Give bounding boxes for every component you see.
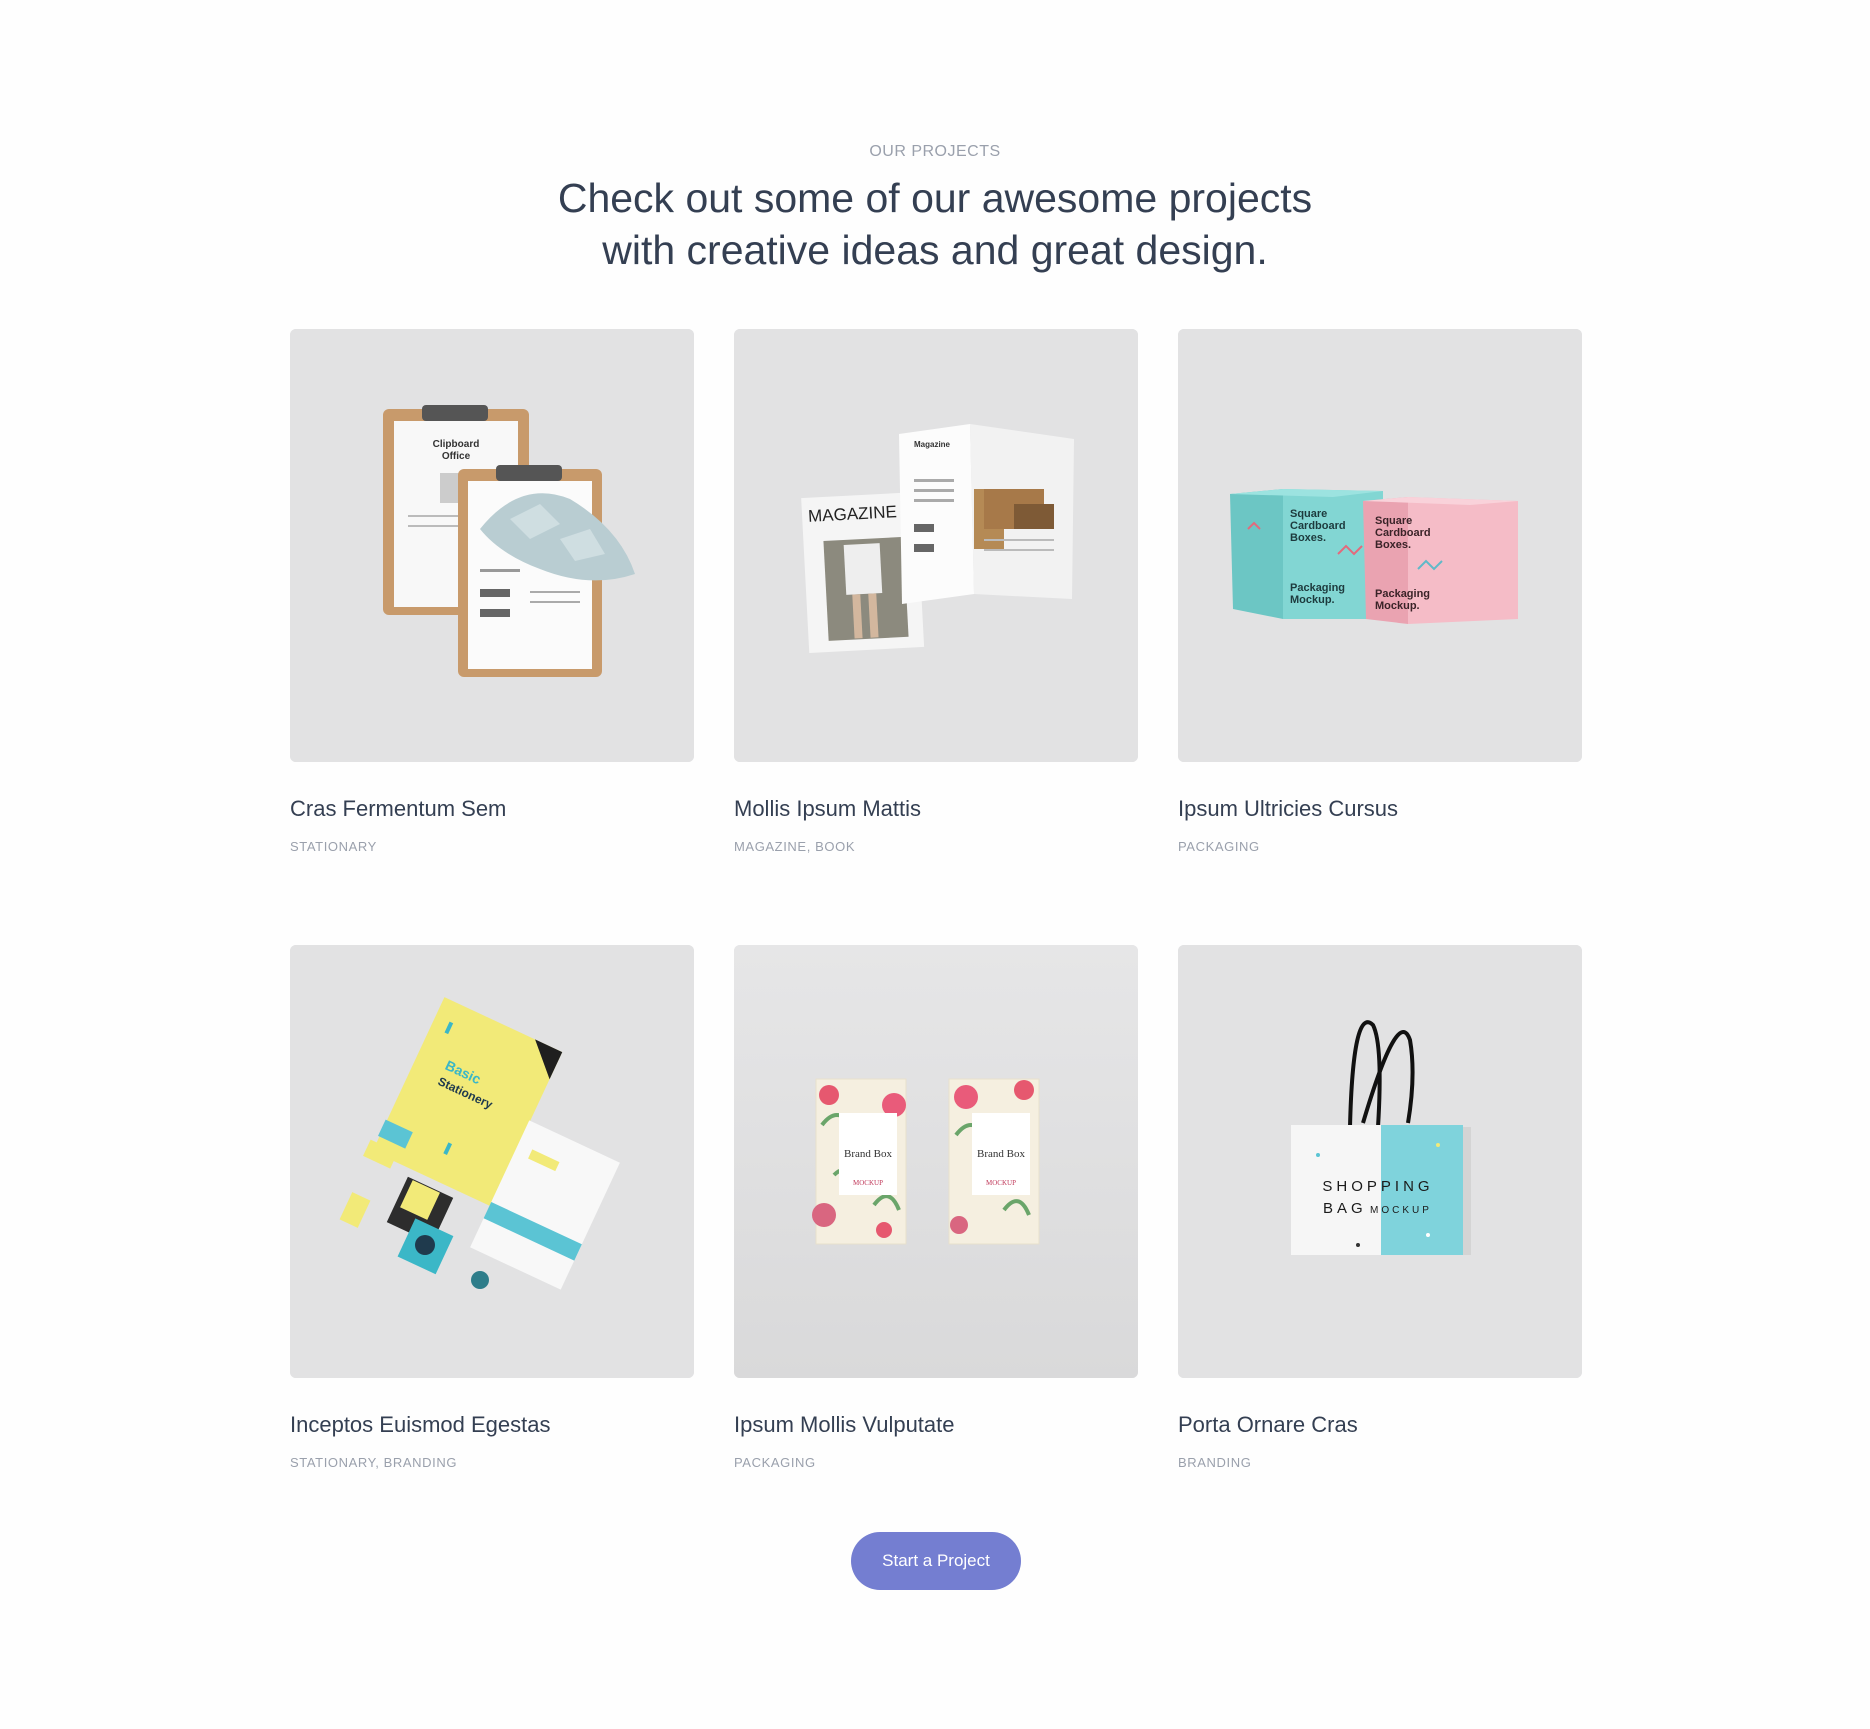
brand-box-mockup-image[interactable]: Brand Box MOCKUP Brand Box MOCKUP [734, 945, 1138, 1378]
box-pink-text-1: Square [1375, 515, 1412, 527]
stationery-mockup-illustration: Basic Stationery [290, 945, 694, 1378]
clipboard-text-1: Clipboard [433, 439, 480, 450]
magazine-mockup-image[interactable]: MAGAZINE Magazine [734, 329, 1138, 762]
heading-line-1: Check out some of our awesome projects [557, 175, 1313, 221]
project-title[interactable]: Porta Ornare Cras [1178, 1412, 1582, 1438]
brand-box-sub-1: MOCKUP [853, 1179, 883, 1187]
project-card[interactable]: SHOPPING BAG MOCKUP Porta Ornare Cras BR… [1178, 945, 1582, 1470]
project-card[interactable]: Brand Box MOCKUP Brand Box MOCKUP Ipsum … [734, 945, 1138, 1470]
project-title[interactable]: Inceptos Euismod Egestas [290, 1412, 694, 1438]
magazine-inner-text: Magazine [914, 440, 951, 449]
clipboard-mockup-illustration: Clipboard Office [290, 329, 694, 762]
bag-text-1: SHOPPING [1322, 1178, 1433, 1195]
project-card[interactable]: MAGAZINE Magazine Mollis Ipsum Mattis MA… [734, 329, 1138, 854]
box-text-3: Boxes. [1290, 532, 1326, 544]
box-mockup-illustration: Square Cardboard Boxes. Packaging Mockup… [1178, 329, 1582, 762]
box-text-2: Cardboard [1290, 520, 1346, 532]
brand-box-title-2: Brand Box [977, 1148, 1025, 1160]
project-categories[interactable]: STATIONARY, BRANDING [290, 1455, 694, 1470]
start-project-button[interactable]: Start a Project [851, 1532, 1021, 1590]
project-title[interactable]: Ipsum Mollis Vulputate [734, 1412, 1138, 1438]
box-text-4: Packaging [1290, 582, 1345, 594]
project-categories[interactable]: STATIONARY [290, 839, 694, 854]
heading-line-2: with creative ideas and great design. [602, 227, 1268, 273]
section-heading: Check out some of our awesome projects w… [435, 172, 1435, 276]
project-categories[interactable]: MAGAZINE, BOOK [734, 839, 1138, 854]
box-text-5: Mockup. [1290, 594, 1335, 606]
project-card[interactable]: Basic Stationery Inceptos Euismod Egesta… [290, 945, 694, 1470]
box-pink-text-5: Mockup. [1375, 600, 1420, 612]
box-text-1: Square [1290, 508, 1327, 520]
project-categories[interactable]: BRANDING [1178, 1455, 1582, 1470]
box-mockup-image[interactable]: Square Cardboard Boxes. Packaging Mockup… [1178, 329, 1582, 762]
shopping-bag-mockup-illustration: SHOPPING BAG MOCKUP [1178, 945, 1582, 1378]
projects-section: OUR PROJECTS Check out some of our aweso… [0, 0, 1870, 1729]
box-pink-text-3: Boxes. [1375, 539, 1411, 551]
project-categories[interactable]: PACKAGING [1178, 839, 1582, 854]
project-card[interactable]: Clipboard Office Cras Fermentum Sem STAT… [290, 329, 694, 854]
project-card[interactable]: Square Cardboard Boxes. Packaging Mockup… [1178, 329, 1582, 854]
brand-box-mockup-illustration: Brand Box MOCKUP Brand Box MOCKUP [734, 945, 1138, 1378]
shopping-bag-mockup-image[interactable]: SHOPPING BAG MOCKUP [1178, 945, 1582, 1378]
project-title[interactable]: Cras Fermentum Sem [290, 796, 694, 822]
section-eyebrow: OUR PROJECTS [869, 143, 1001, 160]
clipboard-mockup-image[interactable]: Clipboard Office [290, 329, 694, 762]
brand-box-title-1: Brand Box [844, 1148, 892, 1160]
brand-box-sub-2: MOCKUP [986, 1179, 1016, 1187]
project-title[interactable]: Mollis Ipsum Mattis [734, 796, 1138, 822]
project-categories[interactable]: PACKAGING [734, 1455, 1138, 1470]
bag-text-2: BAG [1323, 1200, 1367, 1217]
project-title[interactable]: Ipsum Ultricies Cursus [1178, 796, 1582, 822]
clipboard-text-2: Office [442, 451, 471, 462]
bag-text-3: MOCKUP [1370, 1205, 1432, 1216]
box-pink-text-2: Cardboard [1375, 527, 1431, 539]
box-pink-text-4: Packaging [1375, 588, 1430, 600]
stationery-mockup-image[interactable]: Basic Stationery [290, 945, 694, 1378]
magazine-mockup-illustration: MAGAZINE Magazine [734, 329, 1138, 762]
